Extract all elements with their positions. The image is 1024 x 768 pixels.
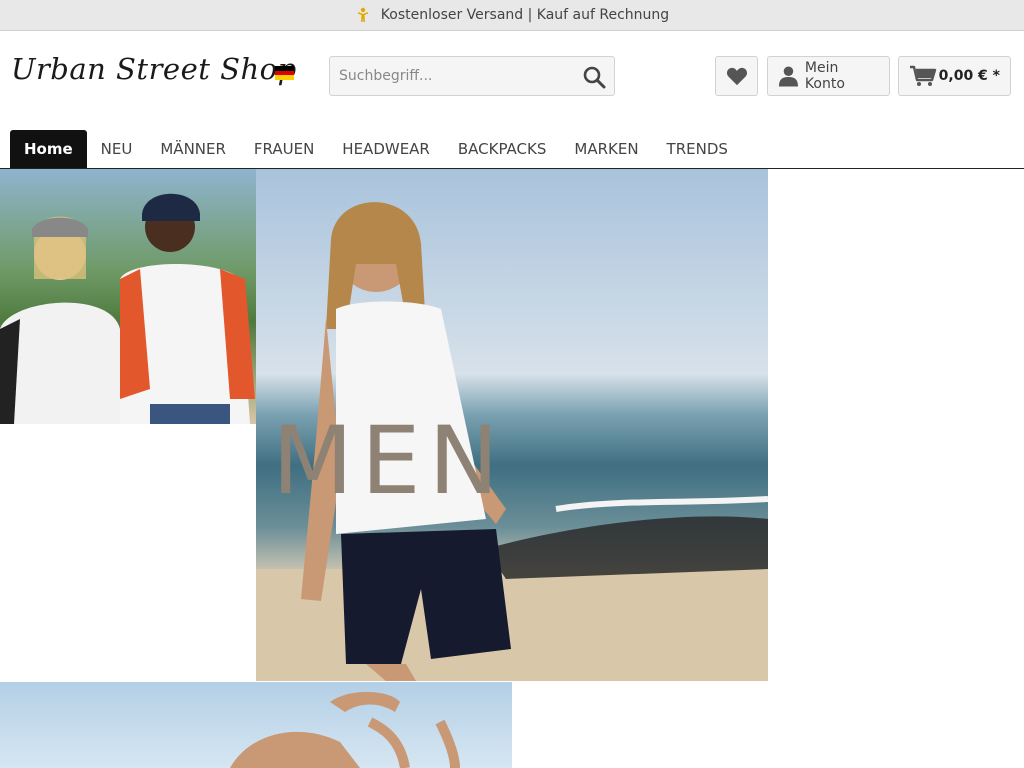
nav-item-headwear[interactable]: HEADWEAR <box>328 130 444 168</box>
promo-text: Kostenloser Versand | Kauf auf Rechnung <box>380 7 670 23</box>
cart-button[interactable]: 0,00 € * <box>898 56 1011 96</box>
wishlist-button[interactable] <box>715 56 758 96</box>
nav-item-frauen[interactable]: FRAUEN <box>240 130 328 168</box>
cart-total: 0,00 € * <box>938 68 1000 84</box>
teaser-women-image[interactable] <box>0 682 512 768</box>
search-input[interactable] <box>330 57 570 95</box>
nav-item-backpacks[interactable]: BACKPACKS <box>444 130 561 168</box>
account-label: Mein Konto <box>804 60 845 92</box>
teaser-couple-image[interactable] <box>0 169 256 424</box>
men-category-label: MEN <box>272 407 507 516</box>
account-button[interactable]: Mein Konto <box>767 56 890 96</box>
search-box <box>329 56 615 96</box>
main-navigation: Home NEU MÄNNER FRAUEN HEADWEAR BACKPACK… <box>0 130 1024 169</box>
promo-bar: Kostenloser Versand | Kauf auf Rechnung <box>0 0 1024 31</box>
de-flag-icon[interactable] <box>275 66 294 81</box>
nav-item-maenner[interactable]: MÄNNER <box>146 130 240 168</box>
search-icon[interactable] <box>582 65 606 89</box>
nav-item-marken[interactable]: MARKEN <box>560 130 652 168</box>
nav-item-neu[interactable]: NEU <box>87 130 147 168</box>
nav-item-home[interactable]: Home <box>10 130 87 168</box>
cart-icon <box>910 65 937 86</box>
shipping-person-icon <box>357 7 368 22</box>
logo[interactable]: Urban Street Shop <box>11 52 297 86</box>
user-icon <box>778 66 798 87</box>
heart-icon <box>726 67 747 86</box>
nav-item-trends[interactable]: TRENDS <box>653 130 742 168</box>
